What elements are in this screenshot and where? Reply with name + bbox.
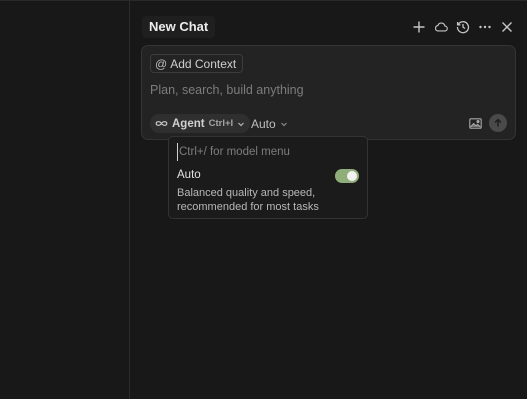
plus-icon[interactable]: [411, 18, 427, 36]
mode-select-agent[interactable]: Agent Ctrl+I: [150, 114, 251, 133]
model-option-name: Auto: [177, 169, 201, 181]
chat-composer: @ Add Context Agent Ctrl+I Auto: [141, 45, 516, 140]
toggle-knob: [347, 171, 357, 181]
chat-input[interactable]: [150, 81, 490, 99]
editor-area: [0, 0, 129, 399]
at-icon: @: [155, 56, 168, 71]
model-select[interactable]: Auto: [251, 114, 288, 133]
model-option-auto[interactable]: Auto Balanced quality and speed, recomme…: [177, 168, 361, 214]
history-icon[interactable]: [455, 18, 471, 36]
mode-shortcut: Ctrl+I: [208, 118, 234, 129]
header-actions: [411, 18, 515, 36]
chat-header: New Chat: [130, 9, 527, 45]
model-select-label: Auto: [251, 116, 276, 131]
model-menu: Auto Balanced quality and speed, recomme…: [168, 136, 368, 219]
model-search-input[interactable]: [177, 143, 359, 161]
model-option-description: Balanced quality and speed, recommended …: [177, 187, 319, 213]
chevron-down-icon: [280, 120, 288, 128]
send-button[interactable]: [489, 114, 507, 132]
cloud-icon[interactable]: [433, 18, 449, 36]
auto-toggle[interactable]: [335, 169, 359, 183]
close-icon[interactable]: [499, 18, 515, 36]
chevron-down-icon: [237, 120, 245, 128]
chat-panel: New Chat @ Add Context Plan, search, bui…: [130, 0, 527, 399]
app-window: New Chat @ Add Context Plan, search, bui…: [0, 0, 527, 399]
composer-toolbar: Agent Ctrl+I Auto: [150, 114, 510, 134]
add-context-button[interactable]: @ Add Context: [150, 54, 244, 73]
image-icon[interactable]: [467, 115, 483, 131]
mode-label: Agent: [172, 117, 205, 130]
tab-new-chat[interactable]: New Chat: [142, 16, 216, 38]
arrow-up-icon: [494, 118, 502, 127]
ellipsis-icon[interactable]: [477, 18, 493, 36]
add-context-label: Add Context: [170, 56, 237, 71]
infinity-icon: [155, 119, 168, 128]
